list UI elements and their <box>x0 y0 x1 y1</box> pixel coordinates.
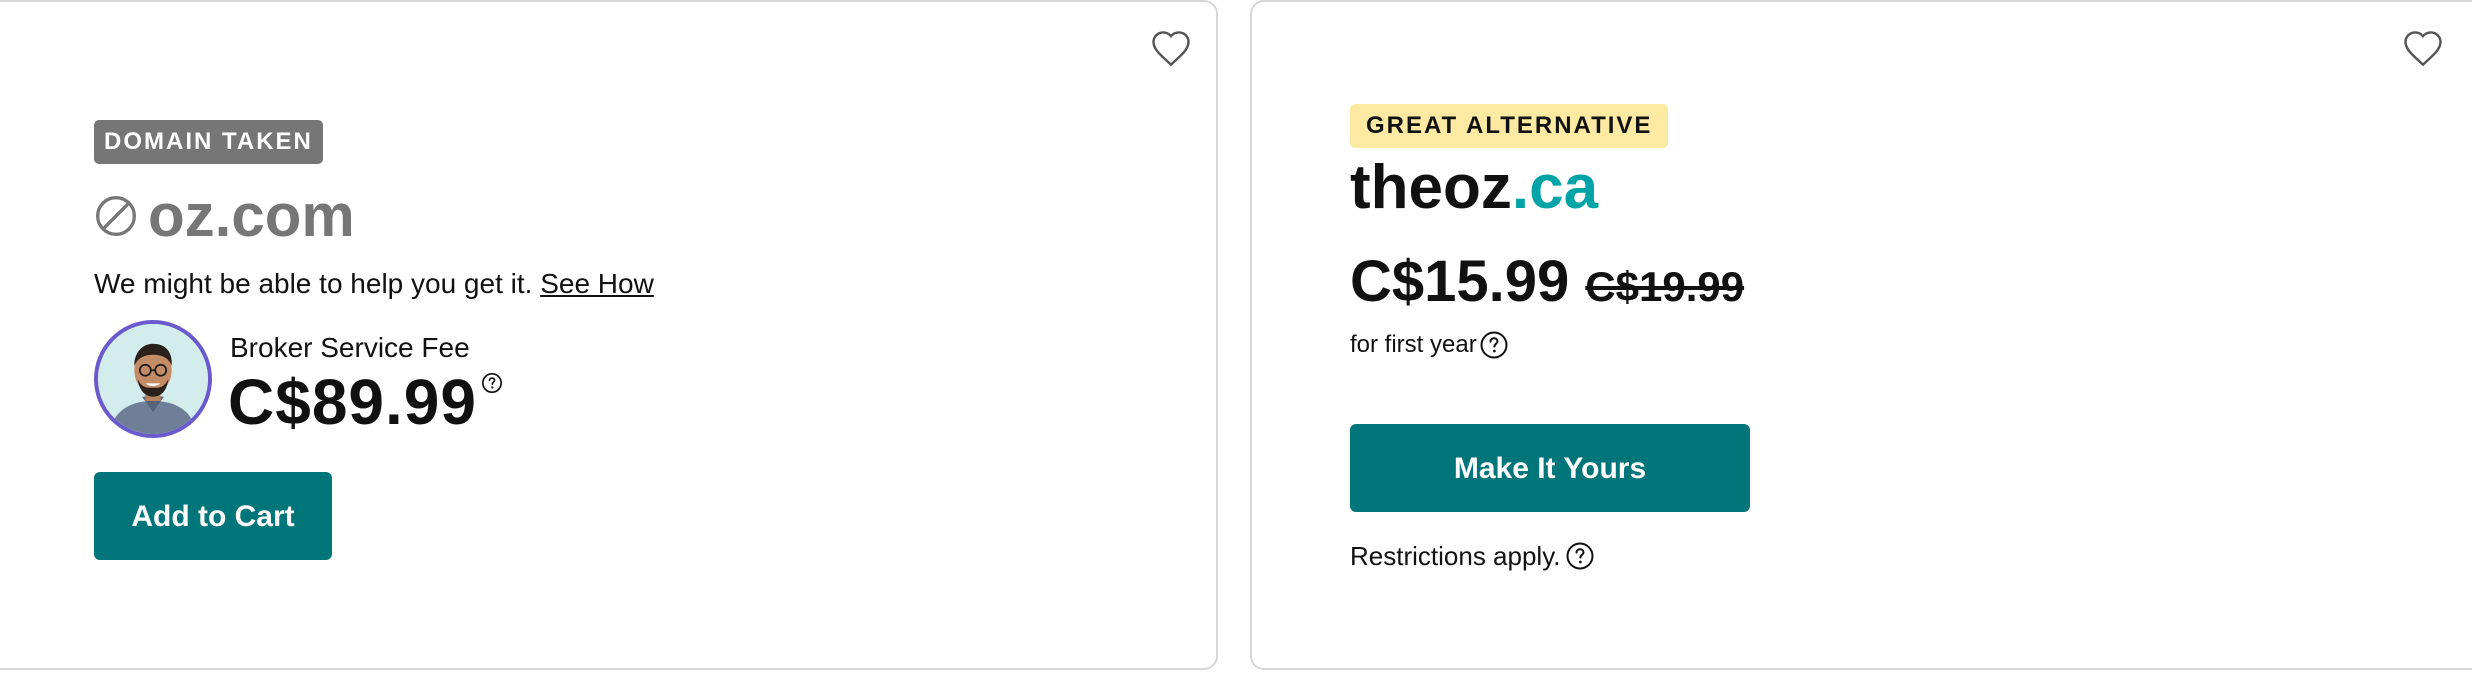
original-price: C$19.99 <box>1585 263 1745 310</box>
broker-price-row: C$89.99 <box>228 366 503 438</box>
make-it-yours-button[interactable]: Make It Yours <box>1350 424 1750 512</box>
favorite-heart-icon[interactable] <box>2402 28 2444 68</box>
favorite-heart-icon[interactable] <box>1150 28 1192 68</box>
add-to-cart-button[interactable]: Add to Cart <box>94 472 332 560</box>
help-text: We might be able to help you get it. <box>94 268 533 299</box>
question-circle-icon[interactable] <box>481 372 503 394</box>
domain-sld: theoz <box>1350 153 1512 222</box>
alternative-domain-name: theoz.ca <box>1350 150 1598 226</box>
alternative-domain-card: GREAT ALTERNATIVE theoz.ca C$15.99 C$19.… <box>1250 0 2472 670</box>
broker-avatar <box>94 320 212 438</box>
term-text: for first year <box>1350 331 1477 358</box>
see-how-link[interactable]: See How <box>540 268 654 299</box>
taken-domain-name: oz.com <box>148 182 355 249</box>
great-alternative-badge: GREAT ALTERNATIVE <box>1350 104 1669 148</box>
broker-price: C$89.99 <box>228 366 477 438</box>
question-circle-icon[interactable] <box>1565 541 1595 571</box>
taken-domain-card: DOMAIN TAKEN oz.com We might be able to … <box>0 0 1218 670</box>
restrictions-row: Restrictions apply. <box>1350 538 1595 574</box>
broker-service-label: Broker Service Fee <box>230 332 470 363</box>
restrictions-text: Restrictions apply. <box>1350 541 1561 571</box>
term-row: for first year <box>1350 328 1509 362</box>
domain-tld: .ca <box>1511 153 1599 222</box>
current-price: C$15.99 <box>1350 249 1570 314</box>
price-row: C$15.99 C$19.99 <box>1350 240 1744 324</box>
unavailable-icon <box>96 196 136 236</box>
taken-domain-row: oz.com <box>94 178 355 254</box>
question-circle-icon[interactable] <box>1479 330 1509 360</box>
help-text-line: We might be able to help you get it. See… <box>94 266 654 302</box>
domain-taken-badge: DOMAIN TAKEN <box>94 120 323 164</box>
